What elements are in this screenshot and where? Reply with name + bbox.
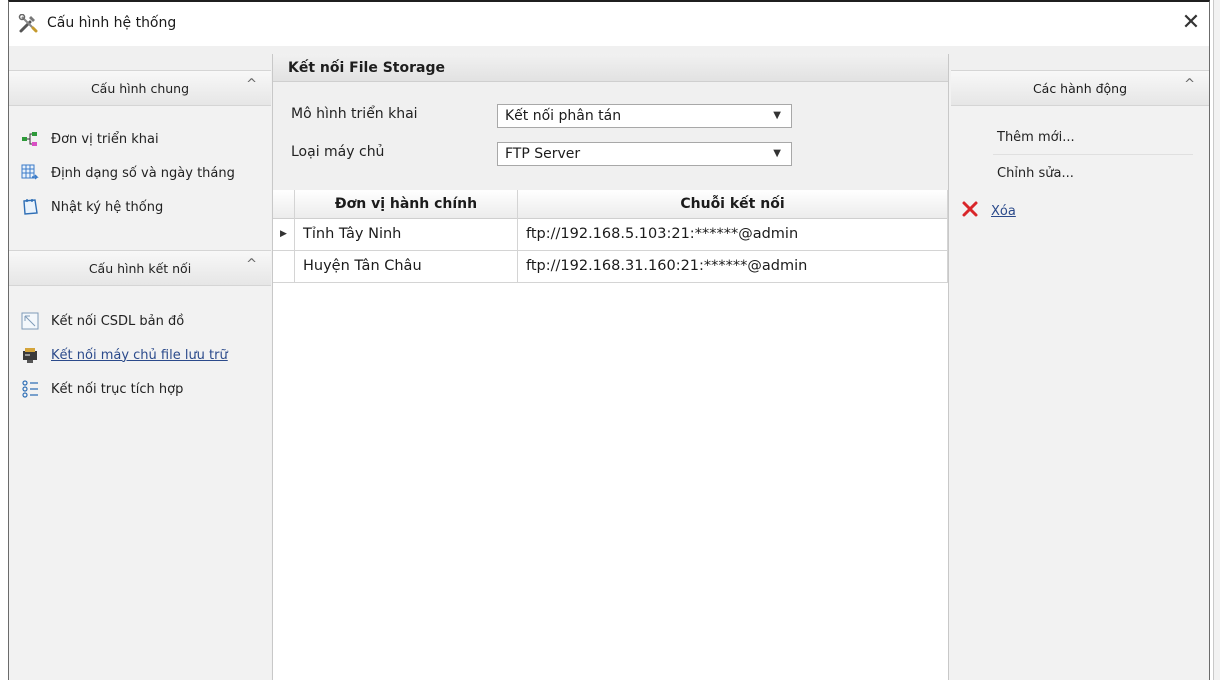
unit-cell[interactable]: Huyện Tân Châu	[295, 251, 518, 282]
nav-item-label: Nhật ký hệ thống	[51, 199, 164, 215]
left-nav-panel: Cấu hình chung ^ Đơn vị triển khai Định …	[9, 70, 271, 680]
connection-cell[interactable]: ftp://192.168.5.103:21:******@admin	[518, 219, 948, 250]
group-title: Cấu hình chung	[90, 81, 190, 96]
grid-header: Đơn vị hành chính Chuỗi kết nối	[273, 190, 948, 219]
map-icon	[21, 312, 39, 330]
column-header-unit[interactable]: Đơn vị hành chính	[295, 190, 518, 219]
file-storage-panel: Kết nối File Storage Mô hình triển khai …	[272, 54, 949, 680]
connection-form: Mô hình triển khai Kết nối phân tán ▼ Lo…	[273, 82, 948, 190]
system-config-window: Cấu hình hệ thống ✕ Cấu hình chung ^ Đơn	[8, 0, 1210, 680]
title-bar: Cấu hình hệ thống ✕	[9, 2, 1209, 46]
nav-item-label: Định dạng số và ngày tháng	[51, 165, 235, 181]
nav-item-number-date-format[interactable]: Định dạng số và ngày tháng	[21, 162, 235, 184]
divider	[993, 154, 1193, 155]
list-icon	[21, 380, 39, 398]
row-indicator	[273, 251, 295, 282]
group-title: Các hành động	[1032, 81, 1128, 96]
delete-x-icon	[961, 200, 979, 222]
window-body: Cấu hình chung ^ Đơn vị triển khai Định …	[9, 46, 1209, 680]
deployment-model-label: Mô hình triển khai	[291, 106, 418, 122]
unit-cell[interactable]: Tỉnh Tây Ninh	[295, 219, 518, 250]
close-button[interactable]: ✕	[1179, 12, 1203, 36]
nav-item-label: Kết nối trục tích hợp	[51, 381, 184, 397]
panel-header: Kết nối File Storage	[273, 54, 948, 82]
delete-button[interactable]: Xóa	[961, 200, 1016, 222]
actions-panel: Các hành động ^ Thêm mới... Chỉnh sửa...…	[949, 70, 1209, 680]
file-server-icon	[21, 346, 39, 364]
log-icon	[21, 198, 39, 216]
chevron-up-icon[interactable]: ^	[246, 257, 257, 272]
nav-item-label: Kết nối máy chủ file lưu trữ	[51, 347, 228, 363]
general-config-group-header[interactable]: Cấu hình chung ^	[9, 70, 271, 106]
add-new-button[interactable]: Thêm mới...	[997, 130, 1075, 145]
selected-value: Kết nối phân tán	[505, 108, 622, 124]
chevron-up-icon[interactable]: ^	[246, 77, 257, 92]
actions-group-header[interactable]: Các hành động ^	[951, 70, 1209, 106]
format-table-icon	[21, 164, 39, 182]
server-type-select[interactable]: FTP Server ▼	[497, 142, 792, 166]
chevron-up-icon[interactable]: ^	[1184, 77, 1195, 92]
selected-value: FTP Server	[505, 146, 581, 162]
hierarchy-icon	[21, 130, 39, 148]
connection-config-group-header[interactable]: Cấu hình kết nối ^	[9, 250, 271, 286]
panel-title: Kết nối File Storage	[288, 60, 445, 76]
current-row-arrow-icon: ▶	[273, 219, 295, 250]
window-title: Cấu hình hệ thống	[47, 15, 177, 31]
table-row[interactable]: Huyện Tân Châu ftp://192.168.31.160:21:*…	[273, 251, 948, 283]
group-title: Cấu hình kết nối	[88, 261, 192, 276]
nav-item-file-server-connection[interactable]: Kết nối máy chủ file lưu trữ	[21, 344, 228, 366]
nav-item-system-log[interactable]: Nhật ký hệ thống	[21, 196, 163, 218]
nav-item-integration-bus[interactable]: Kết nối trục tích hợp	[21, 378, 183, 400]
dropdown-arrow-icon[interactable]: ▼	[773, 105, 781, 127]
connection-cell[interactable]: ftp://192.168.31.160:21:******@admin	[518, 251, 948, 282]
nav-item-deployment-unit[interactable]: Đơn vị triển khai	[21, 128, 159, 150]
nav-item-label: Đơn vị triển khai	[51, 131, 159, 147]
column-header-connection[interactable]: Chuỗi kết nối	[518, 190, 948, 219]
delete-label: Xóa	[991, 203, 1016, 219]
server-type-label: Loại máy chủ	[291, 144, 385, 160]
tools-icon	[18, 13, 38, 34]
table-row[interactable]: ▶ Tỉnh Tây Ninh ftp://192.168.5.103:21:*…	[273, 219, 948, 251]
nav-item-label: Kết nối CSDL bản đồ	[51, 313, 185, 329]
deployment-model-select[interactable]: Kết nối phân tán ▼	[497, 104, 792, 128]
background-window-edge	[1213, 0, 1220, 680]
dropdown-arrow-icon[interactable]: ▼	[773, 143, 781, 165]
edit-button[interactable]: Chỉnh sửa...	[997, 166, 1074, 181]
nav-item-map-db-connection[interactable]: Kết nối CSDL bản đồ	[21, 310, 184, 332]
row-indicator-header	[273, 190, 295, 219]
